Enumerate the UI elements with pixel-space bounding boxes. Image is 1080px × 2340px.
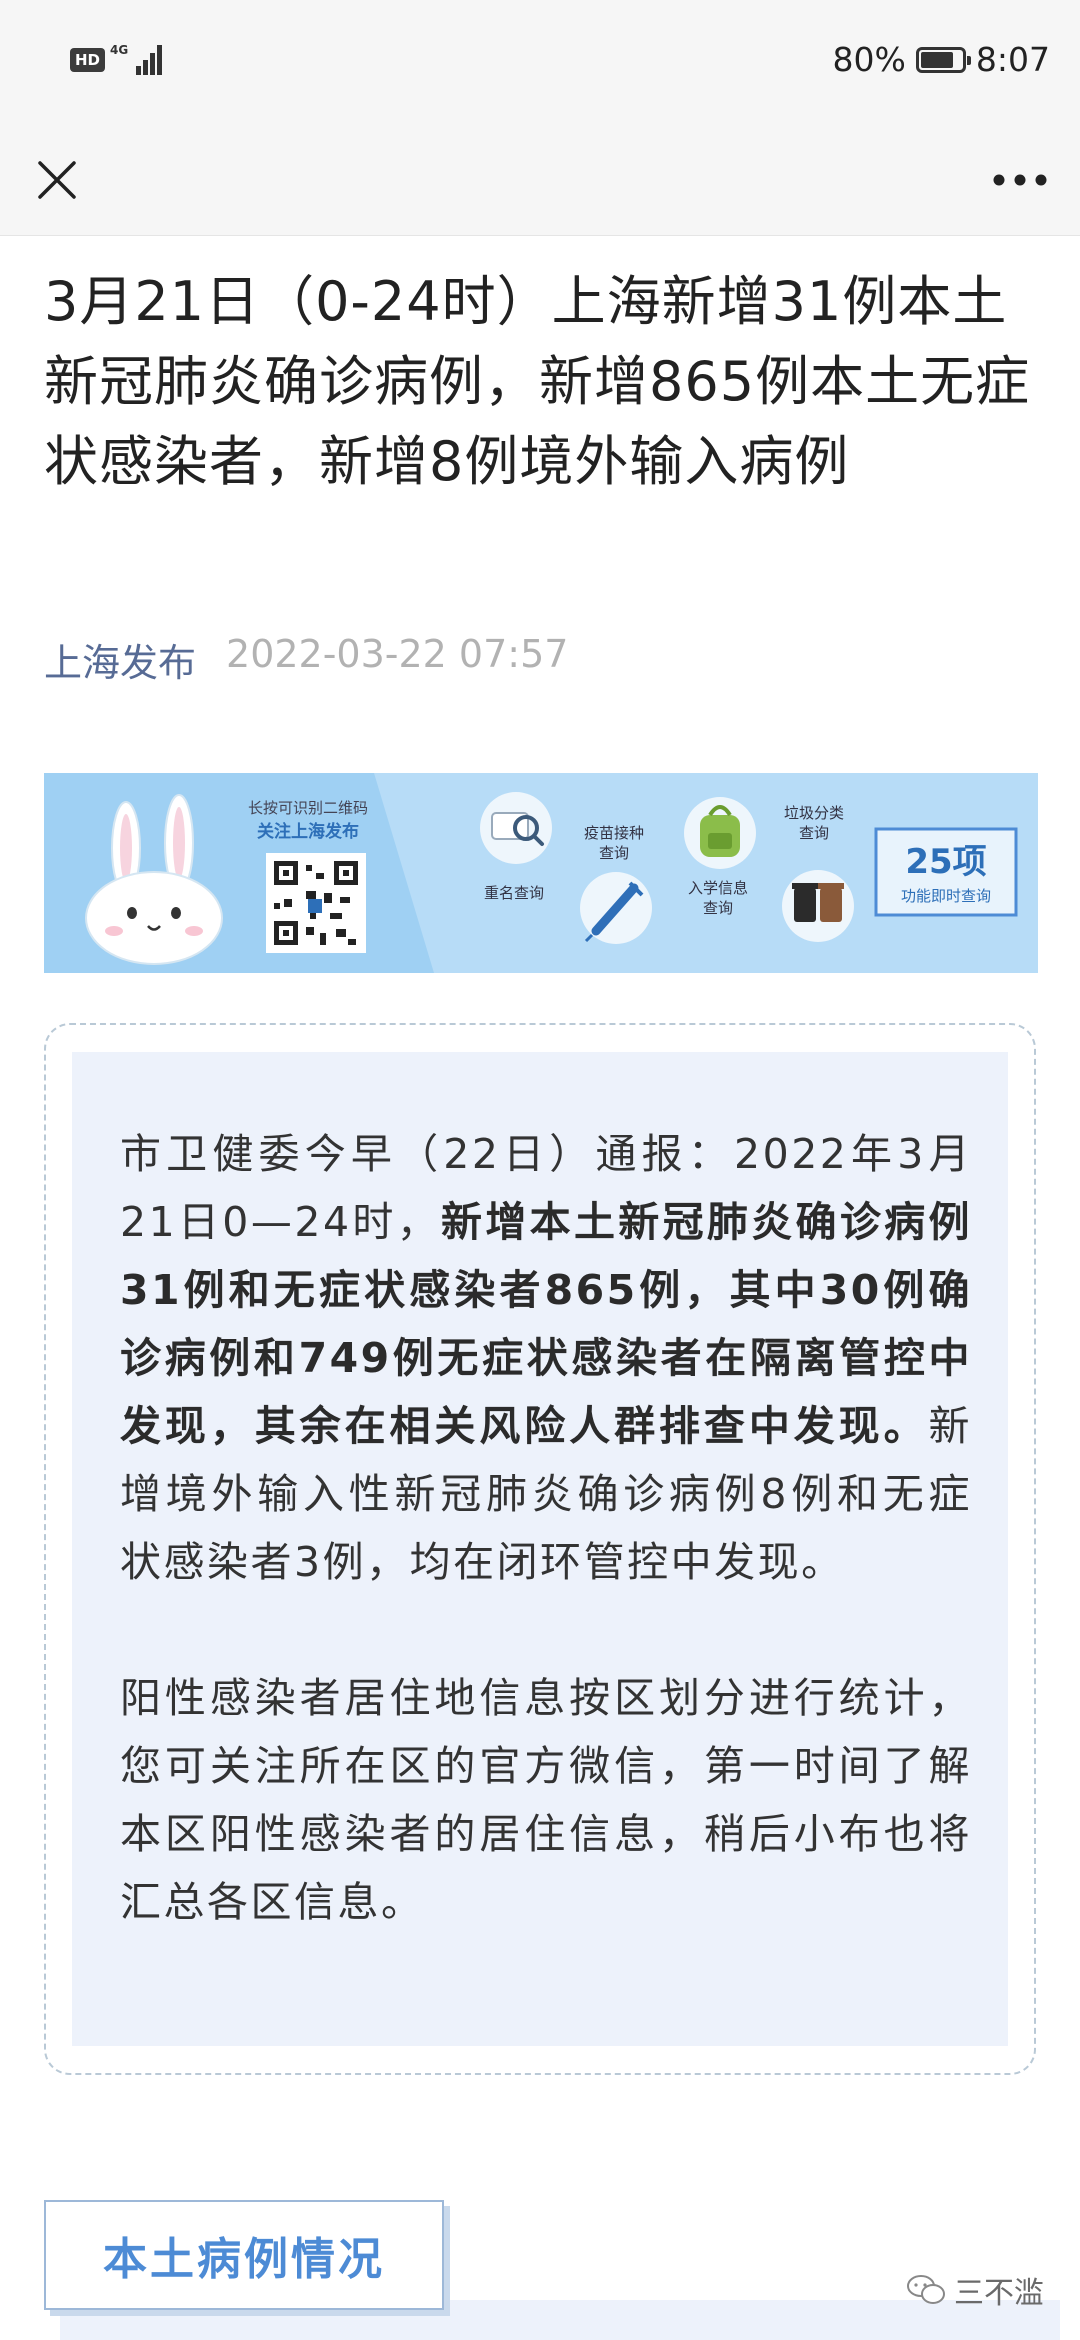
banner-item-label-1: 重名查询	[484, 884, 544, 902]
banner-item-label-4-line2: 查询	[799, 824, 829, 842]
wechat-icon	[907, 2275, 945, 2304]
qr-caption-1: 长按可识别二维码	[248, 799, 368, 817]
trash-bins-icon	[782, 870, 854, 942]
banner-item-label-3-line2: 查询	[703, 899, 733, 917]
report-body: 市卫健委今早（22日）通报：2022年3月21日0—24时，新增本土新冠肺炎确诊…	[120, 1120, 972, 1936]
feature-count: 25项	[905, 842, 986, 882]
close-button[interactable]	[22, 145, 92, 215]
battery-icon	[915, 46, 971, 73]
section-heading: 本土病例情况	[44, 2200, 444, 2310]
more-options-button[interactable]	[980, 145, 1060, 215]
battery-percent: 80%	[832, 40, 906, 79]
more-options-icon	[993, 174, 1047, 186]
backpack-icon	[684, 797, 756, 869]
network-type: 4G	[110, 43, 128, 57]
banner-item-label-2-line1: 疫苗接种	[584, 824, 644, 842]
battery-fill	[920, 51, 953, 68]
status-right: 80% 8:07	[833, 40, 1050, 79]
banner-item-label-4-line1: 垃圾分类	[784, 804, 844, 822]
qr-code-icon	[266, 853, 366, 953]
syringe-icon	[580, 872, 652, 944]
report-paragraph-2: 阳性感染者居住地信息按区划分进行统计，您可关注所在区的官方微信，第一时间了解本区…	[120, 1674, 972, 1926]
name-search-icon	[480, 792, 552, 864]
article-meta: 上海发布 2022-03-22 07:57	[44, 632, 568, 687]
author-link[interactable]: 上海发布	[44, 632, 196, 687]
article-title: 3月21日（0-24时）上海新增31例本土新冠肺炎确诊病例，新增865例本土无症…	[44, 270, 1031, 493]
qr-caption-2: 关注上海发布	[257, 821, 359, 842]
publish-time: 2022-03-22 07:57	[226, 632, 569, 676]
hd-badge: HD	[70, 48, 106, 72]
report-paragraph-1: 市卫健委今早（22日）通报：2022年3月21日0—24时，新增本土新冠肺炎确诊…	[120, 1120, 972, 1596]
banner-item-label-3-line1: 入学信息	[688, 879, 748, 897]
status-bar: HD 4G 80% 8:07	[0, 0, 1080, 125]
watermark: 三不滥	[906, 2268, 1044, 2312]
banner-graphic: 长按可识别二维码 关注上海发布 重名查询 疫苗接种 查询 入学信息 查询 垃圾分…	[44, 773, 1038, 973]
feature-count-caption: 功能即时查询	[901, 887, 991, 905]
close-icon	[38, 161, 76, 199]
watermark-text: 三不滥	[954, 2276, 1044, 2311]
promo-banner[interactable]: 长按可识别二维码 关注上海发布 重名查询 疫苗接种 查询 入学信息 查询 垃圾分…	[44, 773, 1038, 973]
top-nav-bar	[0, 125, 1080, 236]
cell-signal-icon: 4G	[110, 43, 162, 75]
banner-item-label-2-line2: 查询	[599, 844, 629, 862]
clock: 8:07	[975, 40, 1050, 79]
feature-count-box: 25项 功能即时查询	[874, 827, 1018, 917]
